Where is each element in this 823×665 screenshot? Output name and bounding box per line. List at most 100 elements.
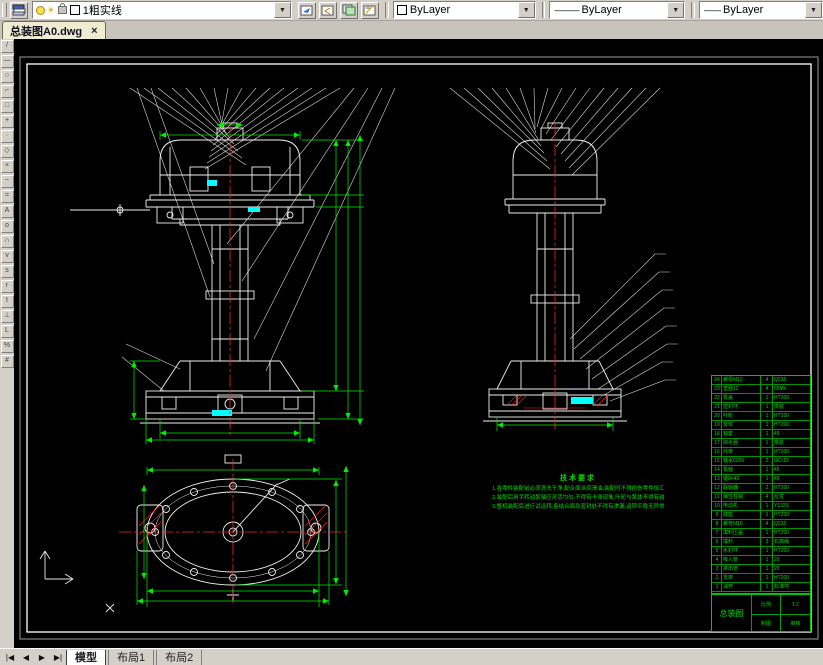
parts-table: 24螺母M124Q23523垫圈12465Mn22泵盖1HT20021密封环1橡…	[711, 375, 811, 594]
parts-table-row: 1油杯1标准件	[712, 583, 810, 592]
draw-tool-8-icon[interactable]: ×	[1, 160, 14, 173]
parts-table-row: 16托架1HT200	[712, 448, 810, 457]
notes-title: 技术要求	[492, 473, 664, 483]
technical-notes: 技术要求 1.各零件装配前必须清洗干净,配合面涂润滑油,装配时不得损伤零件加工表…	[492, 473, 664, 512]
next-layout-button[interactable]: ▶	[36, 653, 48, 662]
lineweight-sample: ——	[704, 5, 720, 15]
parts-table-row: 19泵体1HT200	[712, 421, 810, 430]
lineweight-combo[interactable]: —— ByLayer ▼	[699, 1, 823, 19]
draw-tool-21-icon[interactable]: #	[1, 355, 14, 368]
draw-tool-13-icon[interactable]: ∩	[1, 235, 14, 248]
parts-table-row: 21密封环1橡胶	[712, 403, 810, 412]
layer-color-swatch	[70, 5, 80, 15]
drawn-by-label: 制图	[752, 614, 780, 632]
notes-line: 2.装配后用手转动泵轴应灵活均匀,不得有卡滞现象,叶轮与泵体不得有碰擦;	[492, 494, 664, 503]
make-layer-current-icon	[300, 4, 314, 16]
draw-tool-1-icon[interactable]: —	[1, 55, 14, 68]
front-dimensions	[130, 125, 364, 444]
draw-tool-5-icon[interactable]: +	[1, 115, 14, 128]
parts-table-row: 17挡水圈1橡胶	[712, 439, 810, 448]
parts-table-row: 9底座1HT200	[712, 511, 810, 520]
current-color-swatch	[397, 5, 407, 15]
last-layout-button[interactable]: ▶|	[52, 653, 64, 662]
draw-tool-0-icon[interactable]: /	[1, 40, 14, 53]
layer-on-bulb-icon[interactable]	[36, 6, 45, 15]
scale-label: 比例	[752, 595, 780, 614]
tab-model[interactable]: 模型	[66, 650, 106, 665]
parts-table-row: 13键8×40145	[712, 475, 810, 484]
parts-table-rows: 24螺母M124Q23523垫圈12465Mn22泵盖1HT20021密封环1橡…	[712, 376, 810, 592]
draw-tool-10-icon[interactable]: =	[1, 190, 14, 203]
parts-table-row: 4吸入管120	[712, 556, 810, 565]
draw-tool-14-icon[interactable]: v	[1, 250, 14, 263]
parts-table-row: 2支架1HT200	[712, 574, 810, 583]
layer-properties-button[interactable]	[10, 2, 28, 19]
cad-drawing	[14, 39, 823, 648]
draw-tool-20-icon[interactable]: %	[1, 340, 14, 353]
draw-tool-3-icon[interactable]: ⌐	[1, 85, 14, 98]
draw-tool-16-icon[interactable]: r	[1, 280, 14, 293]
layer-dropdown-arrow[interactable]: ▼	[274, 2, 291, 18]
scale-value: 1:2	[780, 595, 810, 614]
parts-table-row: 20叶轮1HT200	[712, 412, 810, 421]
toolbar-grip[interactable]	[2, 3, 7, 17]
draw-tool-18-icon[interactable]: ⊥	[1, 310, 14, 323]
draw-tool-15-icon[interactable]: s	[1, 265, 14, 278]
parts-table-row: 6填料3石棉绳	[712, 538, 810, 547]
title-block-title: 总装图	[712, 595, 752, 632]
layer-translate-icon	[363, 4, 377, 16]
color-dropdown-arrow[interactable]: ▼	[518, 2, 535, 18]
parts-table-row: 14泵轴145	[712, 466, 810, 475]
layer-states-icon	[342, 4, 356, 16]
draw-tool-11-icon[interactable]: A	[1, 205, 14, 218]
make-object-layer-current-button[interactable]	[298, 2, 316, 19]
layer-states-button[interactable]	[340, 2, 358, 19]
linetype-combo[interactable]: ——— ByLayer ▼	[549, 1, 685, 19]
layer-translate-button[interactable]	[361, 2, 379, 19]
parts-table-row: 24螺母M124Q235	[712, 376, 810, 385]
tab-layout1[interactable]: 布局1	[108, 650, 154, 665]
layout-tabbar: |◀ ◀ ▶ ▶| 模型 布局1 布局2	[0, 648, 823, 665]
tab-layout2[interactable]: 布局2	[156, 650, 202, 665]
draw-tool-17-icon[interactable]: t	[1, 295, 14, 308]
layer-freeze-sun-icon[interactable]: ☀	[47, 6, 55, 15]
draw-tool-4-icon[interactable]: □	[1, 100, 14, 113]
draw-tool-7-icon[interactable]: ◇	[1, 145, 14, 158]
document-tab-title: 总装图A0.dwg	[10, 23, 82, 39]
layers-icon	[12, 4, 26, 16]
draw-tool-19-icon[interactable]: L	[1, 325, 14, 338]
last-point-marker	[106, 604, 114, 612]
parts-table-row: 5水封环1HT200	[712, 547, 810, 556]
layer-combo[interactable]: ☀ 1粗实线 ▼	[32, 1, 292, 19]
current-layer-name: 1粗实线	[83, 2, 122, 18]
layer-previous-icon	[321, 4, 335, 16]
linetype-dropdown-arrow[interactable]: ▼	[667, 2, 684, 18]
drawing-canvas[interactable]: 技术要求 1.各零件装配前必须清洗干净,配合面涂润滑油,装配时不得损伤零件加工表…	[14, 39, 823, 648]
title-block: 总装图 比例 1:2 制图 审核	[711, 594, 811, 632]
current-lineweight-name: ByLayer	[723, 4, 763, 16]
previous-layout-button[interactable]: ◀	[20, 653, 32, 662]
draw-tool-2-icon[interactable]: ○	[1, 70, 14, 83]
toolbar-separator	[542, 2, 546, 18]
layer-previous-button[interactable]	[319, 2, 337, 19]
color-combo[interactable]: ByLayer ▼	[393, 1, 536, 19]
autocad-window: ☀ 1粗实线 ▼ ByLay	[0, 0, 823, 665]
checked-by-label: 审核	[780, 614, 810, 632]
main-area: / — ○ ⌐ □ + · ◇ × ~ = Ao ∩ vsrt ⊥ L% #	[0, 39, 823, 648]
draw-tool-12-icon[interactable]: o	[1, 220, 14, 233]
document-tab[interactable]: 总装图A0.dwg ×	[2, 21, 106, 39]
draw-tool-6-icon[interactable]: ·	[1, 130, 14, 143]
lineweight-dropdown-arrow[interactable]: ▼	[805, 2, 822, 18]
sheet-frame	[20, 57, 818, 639]
notes-line: 1.各零件装配前必须清洗干净,配合面涂润滑油,装配时不得损伤零件加工表面;	[492, 485, 664, 494]
front-view-highlights	[207, 180, 260, 416]
toolbar-separator	[691, 2, 695, 18]
layer-lock-icon[interactable]	[58, 6, 67, 14]
draw-tool-9-icon[interactable]: ~	[1, 175, 14, 188]
linetype-sample: ———	[554, 5, 578, 15]
notes-line: 3.整机装配后进行试运转,各结合面及密封处不得有渗漏,运转平稳无异常振动。	[492, 503, 664, 512]
first-layout-button[interactable]: |◀	[4, 653, 16, 662]
parts-table-row: 7填料压盖1HT200	[712, 529, 810, 538]
ucs-icon	[40, 551, 73, 584]
close-tab-icon[interactable]: ×	[91, 26, 97, 36]
